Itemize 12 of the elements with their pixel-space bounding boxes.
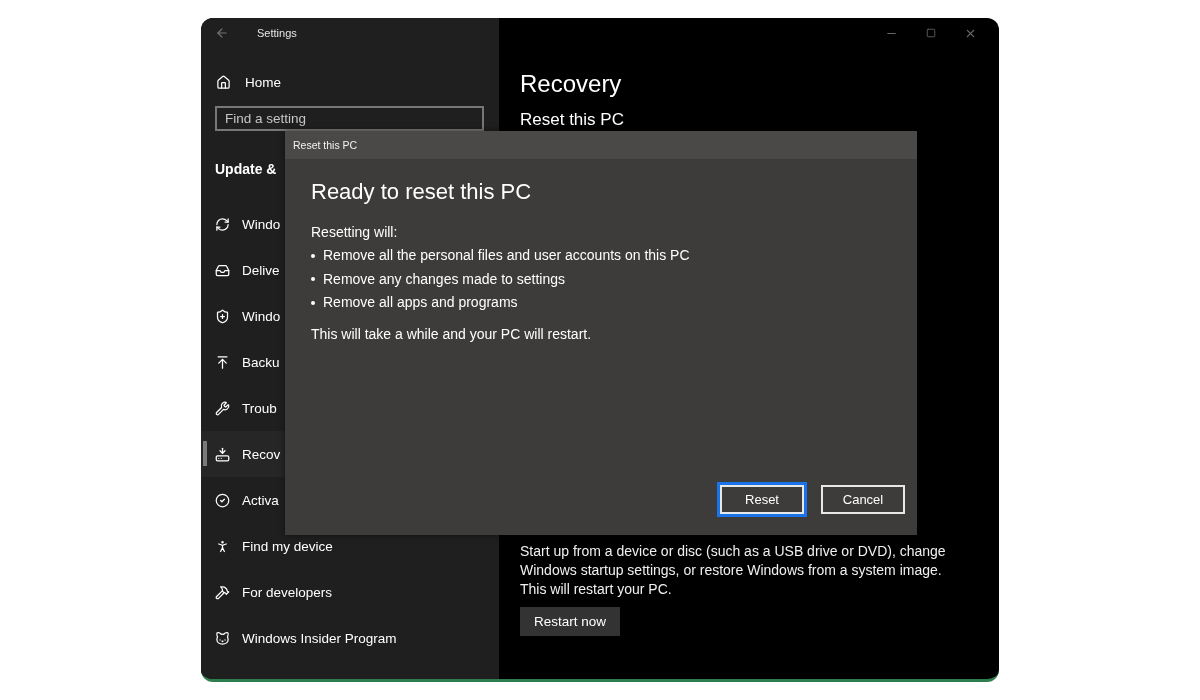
dialog-title: Reset this PC xyxy=(285,131,917,159)
dialog-heading: Ready to reset this PC xyxy=(311,179,533,205)
description-text: Start up from a device or disc (such as a USB drive or DVD), change Windows startup settings, or restore Windows from a system image. This will restart your PC. xyxy=(520,542,947,599)
bullet-text: Remove all the personal files and user accounts on this PC xyxy=(323,246,690,266)
window-title: Settings xyxy=(257,27,297,39)
bullet-text: Remove any changes made to settings xyxy=(323,269,566,289)
page-title: Recovery xyxy=(520,70,623,98)
note-text: This will take a while and your PC will restart. xyxy=(311,324,593,344)
section-heading: Update & xyxy=(215,161,277,179)
intro-text: Resetting will: xyxy=(311,223,399,242)
bullet-text: Remove all apps and programs xyxy=(323,293,518,313)
section-title: Reset this PC xyxy=(520,110,625,130)
